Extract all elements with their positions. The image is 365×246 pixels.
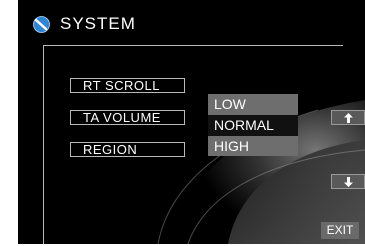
page-title: SYSTEM	[60, 14, 136, 33]
exit-button[interactable]: EXIT	[321, 222, 359, 239]
menu-item-rt-scroll[interactable]: RT SCROLL	[70, 78, 185, 93]
option-normal[interactable]: NORMAL	[208, 115, 298, 136]
menu-item-region[interactable]: REGION	[70, 142, 185, 157]
menu-item-label: RT SCROLL	[83, 78, 160, 93]
disc-logo-icon	[33, 16, 50, 33]
scroll-down-button[interactable]	[331, 174, 365, 189]
frame-left-line	[43, 45, 44, 244]
arrow-down-icon	[344, 177, 353, 187]
menu-item-label: REGION	[83, 142, 138, 157]
arrow-up-icon	[344, 113, 353, 123]
option-high[interactable]: HIGH	[208, 136, 298, 156]
frame-top-line	[43, 45, 343, 46]
menu-item-label: TA VOLUME	[83, 110, 161, 125]
option-low[interactable]: LOW	[208, 94, 298, 115]
ta-volume-dropdown: LOW NORMAL HIGH	[208, 94, 298, 158]
scroll-up-button[interactable]	[331, 110, 365, 125]
menu-item-ta-volume[interactable]: TA VOLUME	[70, 110, 185, 125]
